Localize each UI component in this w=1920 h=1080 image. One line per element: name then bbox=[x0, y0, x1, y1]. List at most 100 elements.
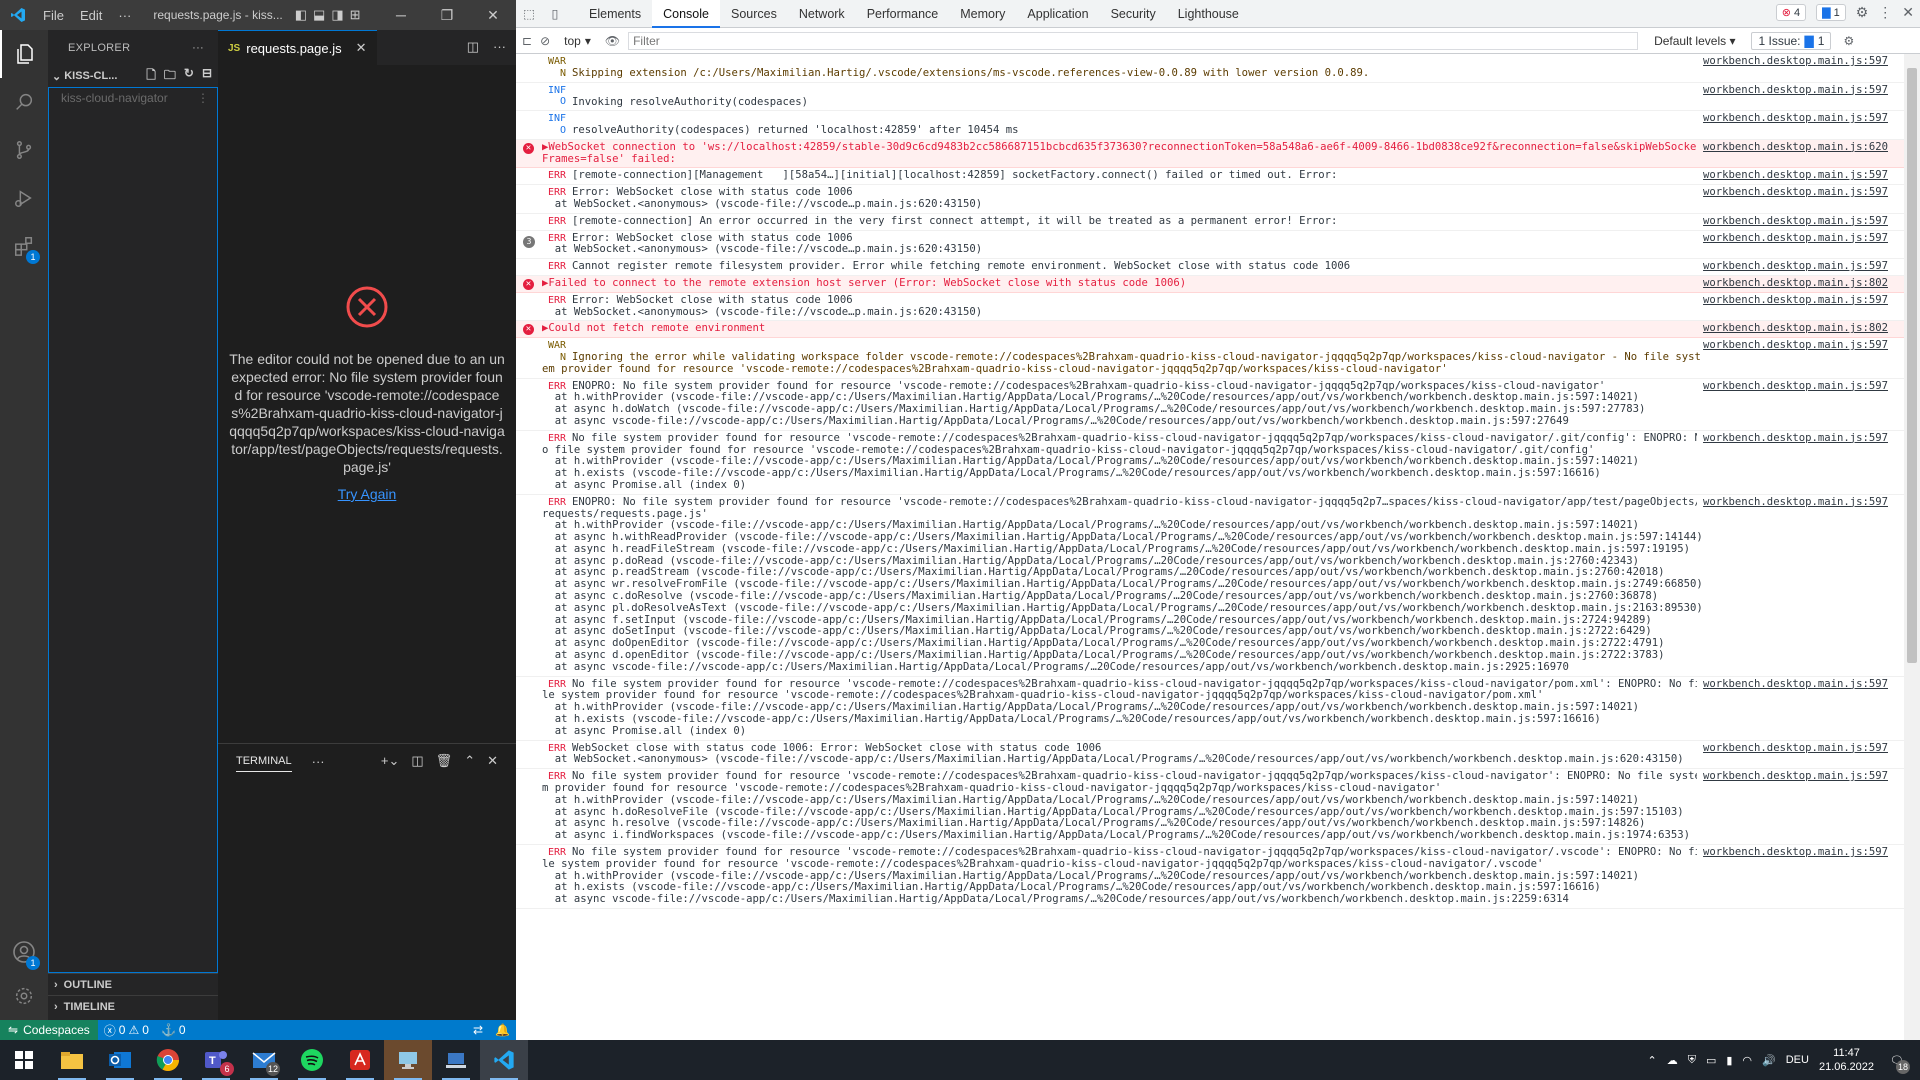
explorer-icon[interactable] bbox=[0, 30, 48, 78]
tab-application[interactable]: Application bbox=[1016, 0, 1099, 28]
console-message[interactable]: 3 ERR Error: WebSocket close with status c… bbox=[516, 230, 1904, 260]
source-link[interactable]: workbench.desktop.main.js:620 bbox=[1697, 141, 1888, 154]
console-message[interactable]: ERR [remote-connection] An error occurred… bbox=[516, 213, 1904, 231]
show-hidden-icons-icon[interactable]: ⌃ bbox=[1647, 1054, 1656, 1067]
log-levels-dropdown[interactable]: Default levels ▾ bbox=[1646, 34, 1743, 48]
console-message[interactable]: ERR ENOPRO: No file system provider found… bbox=[516, 378, 1904, 431]
explorer-more-icon[interactable]: ··· bbox=[192, 42, 204, 54]
issues-button[interactable]: 1 Issue: ▇ 1 bbox=[1751, 31, 1832, 50]
new-terminal-icon[interactable]: +⌄ bbox=[381, 753, 399, 769]
run-debug-icon[interactable] bbox=[0, 174, 48, 222]
source-link[interactable]: workbench.desktop.main.js:597 bbox=[1697, 742, 1888, 755]
source-link[interactable]: workbench.desktop.main.js:802 bbox=[1697, 323, 1888, 336]
tab-requests-page-js[interactable]: JS requests.page.js ✕ bbox=[218, 30, 377, 65]
console-message[interactable]: ERR Error: WebSocket close with status co… bbox=[516, 292, 1904, 322]
notification-center-icon[interactable]: 🗨 18 bbox=[1884, 1054, 1911, 1074]
extensions-icon[interactable]: 1 bbox=[0, 222, 48, 270]
source-link[interactable]: workbench.desktop.main.js:802 bbox=[1697, 277, 1888, 290]
tab-console[interactable]: Console bbox=[652, 0, 720, 28]
source-link[interactable]: workbench.desktop.main.js:597 bbox=[1697, 260, 1888, 273]
kill-terminal-icon[interactable]: 🗑 bbox=[436, 753, 453, 769]
source-link[interactable]: workbench.desktop.main.js:597 bbox=[1697, 186, 1888, 199]
wifi-icon[interactable]: ◠ bbox=[1742, 1054, 1752, 1067]
cloud-icon[interactable]: ☁ bbox=[1667, 1054, 1678, 1067]
close-panel-icon[interactable]: ✕ bbox=[487, 753, 498, 769]
start-icon[interactable] bbox=[0, 1040, 48, 1080]
tab-memory[interactable]: Memory bbox=[949, 0, 1016, 28]
maximize-panel-icon[interactable]: ⌃ bbox=[464, 753, 475, 769]
console-message[interactable]: ERR No file system provider found for res… bbox=[516, 769, 1904, 846]
accounts-icon[interactable]: 1 bbox=[0, 928, 48, 976]
console-message[interactable]: ERR Error: WebSocket close with status co… bbox=[516, 185, 1904, 214]
display-icon[interactable]: ▭ bbox=[1706, 1054, 1716, 1067]
source-link[interactable]: workbench.desktop.main.js:597 bbox=[1697, 294, 1888, 307]
source-link[interactable]: workbench.desktop.main.js:597 bbox=[1697, 55, 1888, 68]
acrobat-icon[interactable] bbox=[336, 1040, 384, 1080]
console-message[interactable]: WARN Ignoring the error while validating … bbox=[516, 338, 1904, 379]
toggle-sidebar-icon[interactable]: ◧ bbox=[295, 7, 307, 23]
console-message[interactable]: ✕ ▶Failed to connect to the remote extens… bbox=[516, 275, 1904, 293]
tab-performance[interactable]: Performance bbox=[856, 0, 950, 28]
ports-status[interactable]: ⚓ 0 bbox=[155, 1023, 192, 1037]
customize-kebab-icon[interactable]: ⋮ bbox=[1878, 4, 1892, 21]
manage-gear-icon[interactable] bbox=[0, 972, 48, 1020]
close-devtools-icon[interactable]: ✕ bbox=[1902, 4, 1914, 21]
source-link[interactable]: workbench.desktop.main.js:597 bbox=[1697, 170, 1888, 183]
source-link[interactable]: workbench.desktop.main.js:597 bbox=[1697, 846, 1888, 859]
source-link[interactable]: workbench.desktop.main.js:597 bbox=[1697, 678, 1888, 691]
inspect-element-icon[interactable]: ⬚ bbox=[516, 6, 542, 21]
tree-item[interactable]: kiss-cloud-navigator ⋮ bbox=[49, 88, 217, 108]
menu-file[interactable]: File bbox=[35, 8, 72, 23]
refresh-icon[interactable]: ↻ bbox=[184, 66, 194, 87]
live-expression-eye-icon[interactable]: 👁 bbox=[605, 34, 620, 48]
console-message[interactable]: ERR [remote-connection][Management ][58a5… bbox=[516, 168, 1904, 186]
remote-desktop-icon[interactable] bbox=[384, 1040, 432, 1080]
tab-network[interactable]: Network bbox=[788, 0, 856, 28]
context-selector[interactable]: top ▾ bbox=[558, 34, 597, 48]
tab-lighthouse[interactable]: Lighthouse bbox=[1167, 0, 1250, 28]
source-link[interactable]: workbench.desktop.main.js:597 bbox=[1697, 339, 1888, 352]
source-link[interactable]: workbench.desktop.main.js:597 bbox=[1697, 232, 1888, 245]
security-icon[interactable]: ⛨ bbox=[1688, 1054, 1696, 1067]
source-link[interactable]: workbench.desktop.main.js:597 bbox=[1697, 380, 1888, 393]
close-window-button[interactable]: ✕ bbox=[470, 0, 516, 30]
console-message[interactable]: WARN Skipping extension /c:/Users/Maximil… bbox=[516, 54, 1904, 83]
try-again-link[interactable]: Try Again bbox=[338, 486, 397, 502]
console-settings-gear-icon[interactable]: ⚙ bbox=[1843, 34, 1854, 48]
menu-more[interactable]: ··· bbox=[110, 8, 139, 23]
battery-icon[interactable]: ▮ bbox=[1726, 1054, 1732, 1067]
source-link[interactable]: workbench.desktop.main.js:597 bbox=[1697, 496, 1888, 509]
chrome-icon[interactable] bbox=[144, 1040, 192, 1080]
source-link[interactable]: workbench.desktop.main.js:597 bbox=[1697, 215, 1888, 228]
error-counter[interactable]: ⊗ 4 bbox=[1775, 4, 1807, 21]
show-sidebar-icon[interactable]: ⊏ bbox=[522, 34, 532, 48]
console-message[interactable]: INFO resolveAuthority(codespaces) returne… bbox=[516, 111, 1904, 140]
toggle-secondary-sidebar-icon[interactable]: ◨ bbox=[331, 7, 343, 23]
console-message[interactable]: ERR No file system provider found for res… bbox=[516, 845, 1904, 909]
console-message[interactable]: ✕ ▶Could not fetch remote environment work… bbox=[516, 321, 1904, 339]
editor-more-icon[interactable]: ··· bbox=[493, 39, 506, 55]
volume-icon[interactable]: 🔊 bbox=[1762, 1054, 1776, 1067]
split-editor-icon[interactable]: ◫ bbox=[467, 39, 479, 55]
source-control-icon[interactable] bbox=[0, 126, 48, 174]
notifications-bell-icon[interactable]: 🔔 bbox=[489, 1023, 516, 1037]
tab-terminal[interactable]: TERMINAL bbox=[236, 751, 292, 772]
console-message[interactable]: ERR WebSocket close with status code 1006… bbox=[516, 740, 1904, 770]
console-message[interactable]: ✕ ▶WebSocket connection to 'ws://localhos… bbox=[516, 139, 1904, 169]
new-file-icon[interactable]: 🗋 bbox=[146, 66, 156, 87]
close-tab-icon[interactable]: ✕ bbox=[356, 40, 367, 56]
collapse-all-icon[interactable]: ⊟ bbox=[202, 66, 212, 87]
message-counter[interactable]: ▇ 1 bbox=[1816, 4, 1846, 21]
mail-icon[interactable]: 12 bbox=[240, 1040, 288, 1080]
tab-elements[interactable]: Elements bbox=[578, 0, 652, 28]
settings-gear-icon[interactable]: ⚙ bbox=[1856, 4, 1869, 21]
file-tree[interactable]: kiss-cloud-navigator ⋮ bbox=[48, 87, 218, 973]
workspace-header[interactable]: ⌄ KISS-CL... 🗋 🗀 ↻ ⊟ bbox=[48, 65, 218, 87]
clear-console-icon[interactable]: ⊘ bbox=[540, 34, 550, 48]
console-message[interactable]: INFO Invoking resolveAuthority(codespaces… bbox=[516, 83, 1904, 112]
live-share-icon[interactable]: ⇄ bbox=[467, 1023, 489, 1037]
spotify-icon[interactable] bbox=[288, 1040, 336, 1080]
console-message[interactable]: ERR Cannot register remote filesystem pro… bbox=[516, 259, 1904, 276]
new-folder-icon[interactable]: 🗀 bbox=[164, 66, 176, 87]
clock[interactable]: 11:47 21.06.2022 bbox=[1819, 1046, 1874, 1074]
